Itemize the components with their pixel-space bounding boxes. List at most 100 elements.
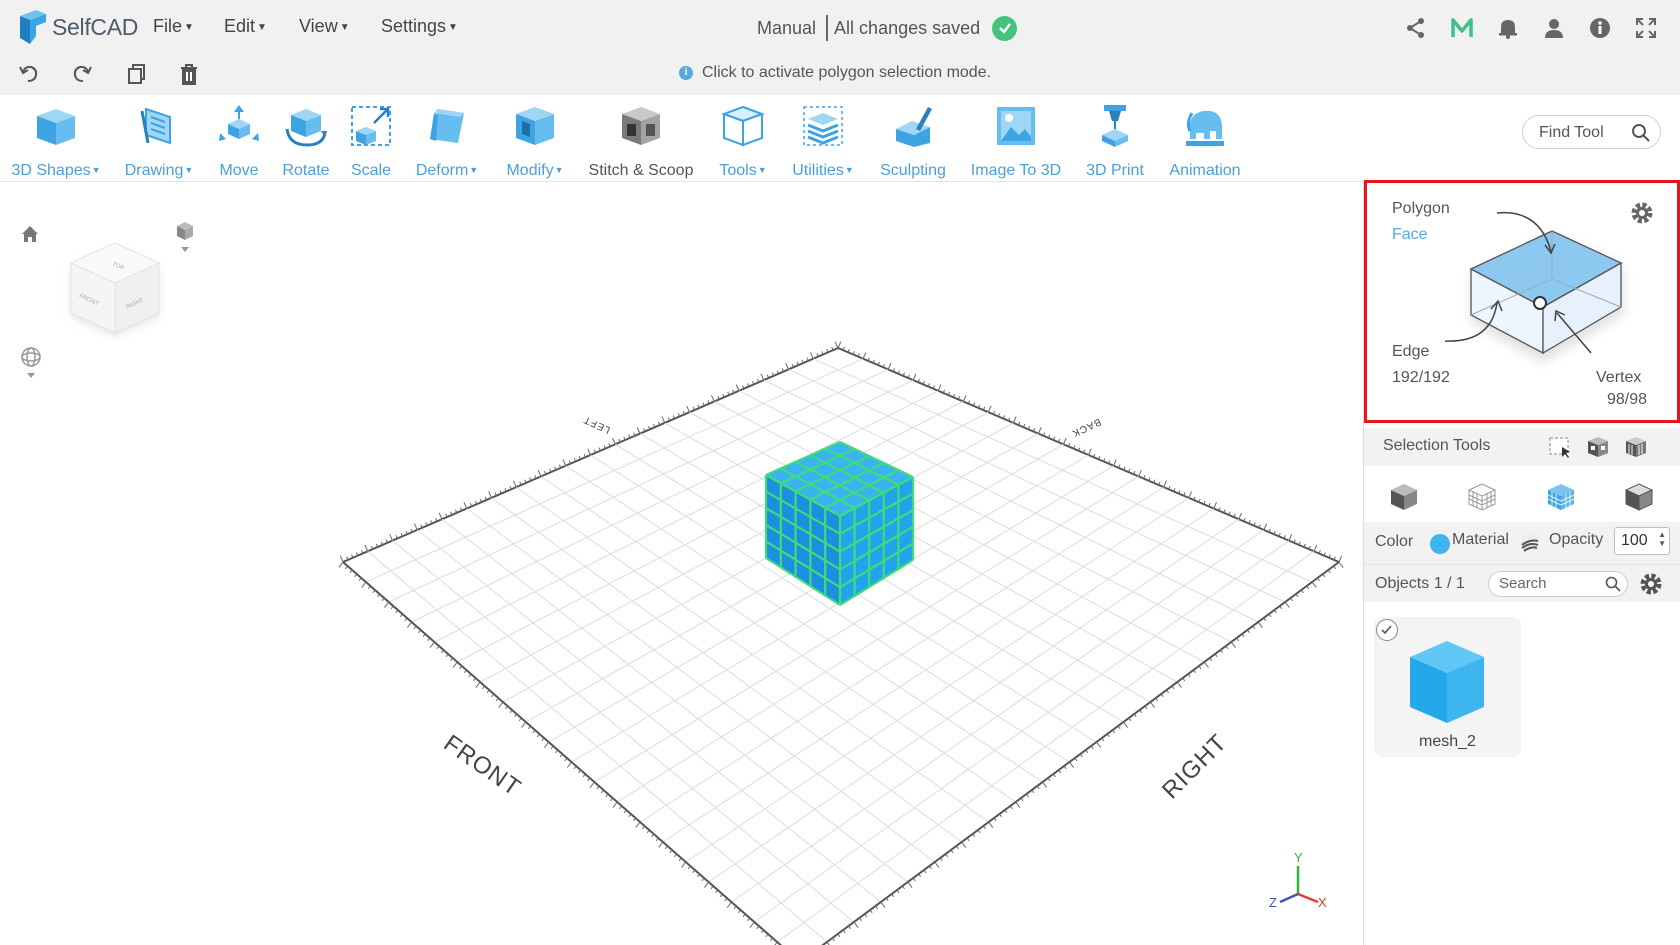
bell-icon[interactable] [1496,16,1520,40]
ruler-tick [701,877,705,882]
opacity-input[interactable]: 100 ▲ ▼ [1614,527,1670,555]
ruler-tick [1149,701,1155,708]
box-select-icon[interactable] [1548,435,1572,459]
tool-label: Tools [719,162,757,179]
tool-animation[interactable]: Animation [1164,103,1246,180]
undo-icon[interactable] [17,62,41,86]
ruler-tick [692,869,696,874]
selection-mode-diagram[interactable] [1435,203,1635,373]
ruler-tick [765,933,769,938]
chevron-down-icon: ▼ [554,165,564,175]
ruler-tick [1338,561,1344,568]
menu-file[interactable]: File ▼ [153,16,194,37]
ruler-tick [345,565,348,570]
tool-stitch-scoop[interactable]: Stitch & Scoop [587,103,695,180]
ruler-tick [1203,661,1209,668]
redo-icon[interactable] [70,62,94,86]
opacity-label: Opacity [1549,531,1604,548]
tool-tools[interactable]: Tools▼ [716,103,770,180]
search-icon[interactable] [1605,576,1621,592]
search-icon[interactable] [1631,123,1651,143]
tool-image-to-3d[interactable]: Image To 3D [968,103,1064,180]
tool-3d-shapes[interactable]: 3D Shapes▼ [10,103,102,180]
orbit-icon[interactable] [20,346,42,380]
mode-label[interactable]: Manual [757,18,816,39]
ruler-tick [785,362,789,370]
3d-viewport[interactable]: FRONT RIGHT LEFT BACK TOP FRONT RIGHT Y X Z [0,182,1363,945]
color-swatch[interactable] [1430,534,1450,554]
multi-select-icon[interactable] [1586,435,1610,459]
ruler-tick [686,405,690,413]
tool-modify[interactable]: Modify▼ [502,103,568,180]
menu-edit[interactable]: Edit ▼ [224,16,267,37]
gear-icon[interactable] [1638,571,1664,597]
find-tool-input[interactable]: Find Tool [1522,115,1661,149]
object-card[interactable]: mesh_2 [1374,617,1521,757]
ruler-tick [566,761,572,768]
face-label[interactable]: Face [1392,226,1428,244]
solid-select-icon[interactable] [1624,482,1654,512]
objects-search-input[interactable]: Search [1488,571,1628,597]
tool-move[interactable]: Move [214,103,264,180]
stepper-arrows-icon[interactable]: ▲ ▼ [1658,530,1666,548]
paint-select-icon[interactable] [1624,435,1648,459]
ruler-tick [390,605,394,610]
menu-bar: SelfCAD File ▼ Edit ▼ View ▼ Settings ▼ Manu… [0,0,1680,54]
ruler-tick [550,745,554,750]
material-icon[interactable] [1519,532,1541,554]
trash-icon[interactable] [177,62,201,86]
chevron-down-icon: ▼ [844,165,854,175]
action-bar: i Click to activate polygon selection mo… [0,54,1680,95]
camera-view-icon[interactable] [174,220,196,254]
view-cube[interactable]: TOP FRONT RIGHT [55,237,175,352]
elephant-icon [1186,110,1224,146]
ruler-tick [537,733,540,738]
user-icon[interactable] [1542,16,1566,40]
ruler-tick [578,769,582,774]
fullscreen-icon[interactable] [1634,16,1658,40]
ruler-tick [1213,501,1218,509]
menu-settings[interactable]: Settings ▼ [381,16,458,37]
ground-grid[interactable]: FRONT RIGHT LEFT BACK [0,182,1363,945]
face-select-icon[interactable] [1546,482,1576,512]
ruler-tick [475,681,481,688]
tool-rotate[interactable]: Rotate [278,103,334,180]
divider [826,15,829,41]
ruler-tick [605,793,609,798]
object-select-icon[interactable] [1389,482,1419,512]
selfcad-logo[interactable]: SelfCAD [16,8,138,46]
image-icon [997,107,1035,145]
tool-drawing[interactable]: Drawing▼ [120,103,198,180]
ruler-tick [463,501,468,509]
share-icon[interactable] [1404,16,1428,40]
object-check-icon[interactable] [1376,619,1398,641]
info-icon[interactable] [1588,16,1612,40]
ruler-tick [632,817,636,822]
ruler-tick [756,925,760,930]
chevron-down-icon: ▼ [339,22,350,33]
wireframe-select-icon[interactable] [1467,482,1497,512]
m-icon[interactable] [1450,16,1474,40]
tool-sculpting[interactable]: Sculpting [877,103,949,180]
save-status: Manual All changes saved [757,14,1018,42]
tool-scale[interactable]: Scale [348,103,394,180]
ruler-tick [742,913,746,918]
edge-label[interactable]: Edge [1392,343,1429,361]
tool-label: Drawing [124,162,184,179]
menu-view[interactable]: View ▼ [299,16,350,37]
top-right-icons [1404,16,1680,40]
ruler-tick [853,921,859,928]
tool-3d-print[interactable]: 3D Print [1080,103,1150,180]
ruler-tick [527,725,531,730]
ruler-tick [384,601,390,608]
home-icon[interactable] [20,224,40,244]
copy-icon[interactable] [124,62,148,86]
scale-icon [351,106,391,146]
ruler-tick [473,677,476,682]
ruler-tick [587,448,591,456]
tool-deform[interactable]: Deform▼ [412,103,482,180]
ruler-tick [661,416,666,424]
ruler-tick [482,685,486,690]
tool-utilities[interactable]: Utilities▼ [788,103,858,180]
ruler-tick [664,845,668,850]
